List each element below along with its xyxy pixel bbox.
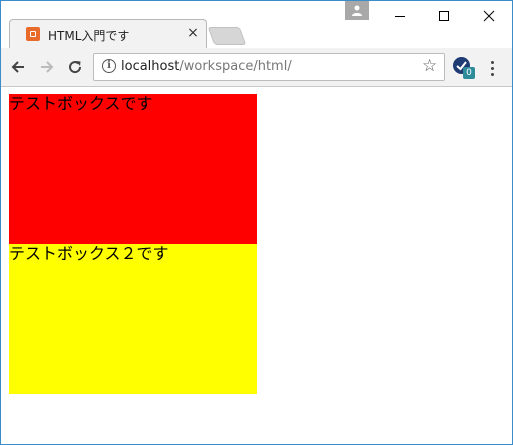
profile-icon[interactable] (345, 1, 369, 20)
url-path: /workspace/html/ (179, 59, 292, 74)
tab-close-button[interactable]: × (186, 25, 200, 41)
back-arrow-icon[interactable] (8, 57, 28, 77)
bookmark-star-icon[interactable]: ☆ (422, 56, 437, 76)
url-text: localhost/workspace/html/ (121, 59, 292, 74)
info-icon[interactable]: i (102, 59, 116, 73)
forward-arrow-icon[interactable] (37, 57, 57, 77)
extension-icon[interactable]: 0 (453, 57, 475, 79)
url-host: localhost (121, 59, 180, 74)
maximize-button[interactable] (421, 1, 467, 31)
browser-window: HTML入門です × i localhost/workspace/html/ ☆… (0, 0, 513, 445)
title-bar: HTML入門です × (1, 1, 512, 49)
tab-title: HTML入門です (48, 29, 130, 43)
address-bar[interactable]: i localhost/workspace/html/ ☆ (93, 53, 445, 81)
tab-active[interactable]: HTML入門です × (9, 19, 207, 49)
close-window-button[interactable] (466, 1, 512, 31)
minimize-button[interactable] (377, 1, 423, 31)
toolbar: i localhost/workspace/html/ ☆ (1, 48, 512, 87)
xampp-favicon-icon (26, 27, 40, 41)
page-viewport: テストボックスです テストボックス２です (1, 87, 512, 444)
new-tab-button[interactable] (207, 27, 247, 45)
reload-icon[interactable] (65, 57, 85, 77)
test-box-red: テストボックスです (9, 94, 257, 244)
test-box-yellow: テストボックス２です (9, 244, 257, 394)
menu-kebab-icon[interactable] (485, 58, 501, 78)
extension-badge: 0 (463, 67, 475, 79)
